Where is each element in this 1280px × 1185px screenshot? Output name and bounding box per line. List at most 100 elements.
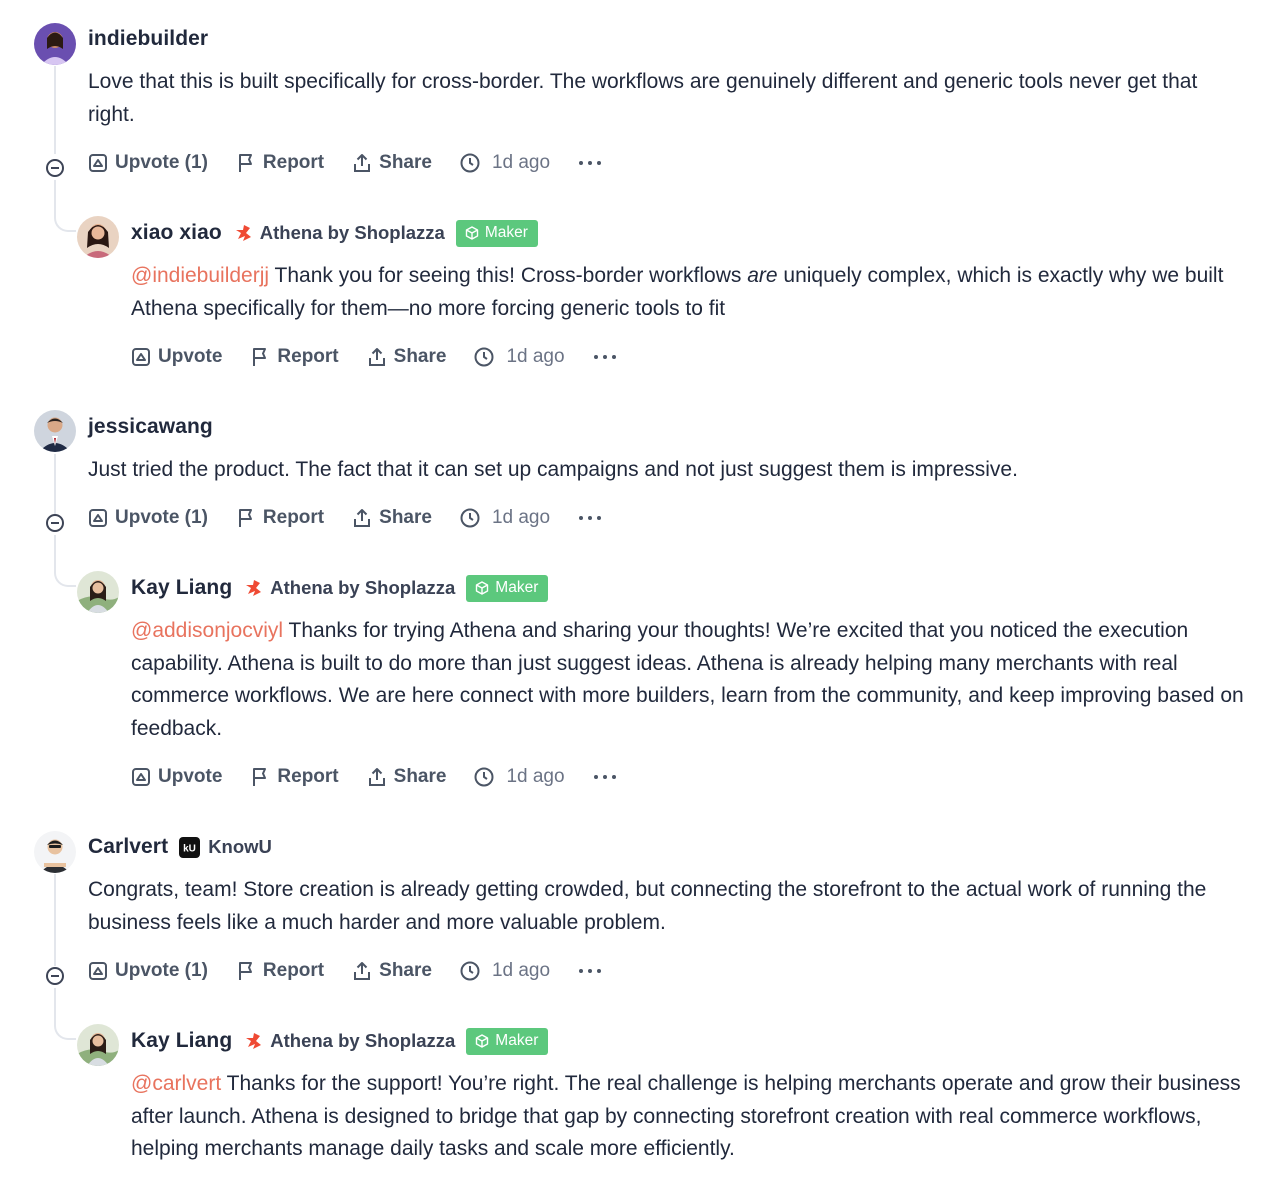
comment-body: Congrats, team! Store creation is alread… (88, 878, 1207, 934)
more-icon (578, 508, 602, 528)
product-link[interactable]: Athena by Shoplazza (244, 577, 455, 599)
username[interactable]: Kay Liang (131, 576, 232, 600)
maker-label: Maker (495, 1032, 539, 1049)
share-button[interactable]: Share (352, 507, 432, 529)
timestamp-link[interactable]: 1d ago (474, 346, 565, 368)
user-mention[interactable]: @indiebuilderjj (131, 264, 269, 287)
avatar[interactable] (34, 831, 76, 873)
comment-actions: Upvote Report Share 1d ago (131, 342, 624, 372)
body-text: Thanks for the support! You’re right. Th… (131, 1072, 1241, 1160)
product-link[interactable]: Athena by Shoplazza (244, 1030, 455, 1052)
timestamp: 1d ago (491, 507, 551, 528)
more-button[interactable] (578, 508, 609, 528)
username[interactable]: indiebuilder (88, 27, 208, 51)
product-name: KnowU (208, 836, 272, 857)
timestamp: 1d ago (506, 766, 565, 787)
avatar[interactable] (34, 23, 76, 65)
flag-icon (236, 153, 256, 173)
collapse-icon[interactable] (46, 967, 64, 985)
body-text: Thank you for seeing this! Cross-border … (269, 264, 748, 287)
upvote-label: Upvote (1) (115, 960, 208, 981)
share-button[interactable]: Share (352, 960, 432, 982)
report-label: Report (262, 960, 325, 981)
comment-header: indiebuilder (88, 24, 208, 54)
svg-text:kU: kU (183, 843, 196, 854)
username[interactable]: Carlvert (88, 835, 168, 859)
report-label: Report (262, 507, 325, 528)
upvote-label: Upvote (158, 346, 223, 367)
thread-connector (54, 988, 76, 1040)
comment-actions: Upvote (1) Report Share 1d ago (88, 503, 609, 533)
upvote-icon (131, 347, 151, 367)
share-icon (367, 347, 387, 367)
report-label: Report (277, 766, 339, 787)
timestamp-link[interactable]: 1d ago (460, 152, 550, 174)
upvote-icon (88, 508, 108, 528)
collapse-icon[interactable] (46, 159, 64, 177)
timestamp: 1d ago (491, 152, 551, 173)
clock-icon (474, 347, 494, 367)
comment-body: @indiebuilderjj Thank you for seeing thi… (131, 260, 1256, 325)
timestamp: 1d ago (491, 960, 551, 981)
share-button[interactable]: Share (367, 766, 446, 788)
clock-icon (460, 961, 480, 981)
upvote-label: Upvote (158, 766, 223, 787)
more-icon (578, 153, 602, 173)
report-button[interactable]: Report (236, 507, 324, 529)
avatar[interactable] (77, 1024, 119, 1066)
share-button[interactable]: Share (367, 346, 446, 368)
more-button[interactable] (578, 153, 609, 173)
avatar[interactable] (77, 216, 119, 258)
avatar[interactable] (34, 410, 76, 452)
timestamp-link[interactable]: 1d ago (474, 766, 565, 788)
maker-label: Maker (495, 579, 539, 596)
more-button[interactable] (593, 347, 624, 367)
body-text: Thanks for trying Athena and sharing you… (131, 619, 1244, 740)
upvote-button[interactable]: Upvote (1) (88, 507, 208, 529)
product-link[interactable]: kU KnowU (179, 836, 272, 858)
comment-header: Kay Liang Athena by Shoplazza Maker (131, 573, 549, 603)
share-icon (367, 767, 387, 787)
username[interactable]: Kay Liang (131, 1029, 232, 1053)
report-button[interactable]: Report (236, 960, 324, 982)
report-button[interactable]: Report (236, 152, 324, 174)
thread-connector (54, 180, 76, 232)
timestamp-link[interactable]: 1d ago (460, 960, 550, 982)
comment-header: Kay Liang Athena by Shoplazza Maker (131, 1026, 549, 1056)
thread-line (54, 874, 56, 966)
cube-icon (465, 226, 479, 240)
more-button[interactable] (578, 961, 609, 981)
timestamp: 1d ago (506, 346, 565, 367)
user-mention[interactable]: @addisonjocviyl (131, 619, 283, 642)
upvote-button[interactable]: Upvote (1) (88, 960, 208, 982)
upvote-button[interactable]: Upvote (131, 766, 222, 788)
product-link[interactable]: Athena by Shoplazza (234, 222, 445, 244)
comment-actions: Upvote (1) Report Share 1d ago (88, 148, 609, 178)
more-button[interactable] (593, 767, 624, 787)
timestamp-link[interactable]: 1d ago (460, 507, 550, 529)
report-button[interactable]: Report (250, 766, 339, 788)
comment-header: Carlvert kU KnowU (88, 832, 272, 862)
clock-icon (474, 767, 494, 787)
upvote-button[interactable]: Upvote (1) (88, 152, 208, 174)
share-label: Share (379, 152, 432, 173)
maker-badge: Maker (455, 219, 538, 247)
product-name: Athena by Shoplazza (270, 1030, 456, 1051)
product-name: Athena by Shoplazza (270, 577, 456, 598)
comment-header: xiao xiao Athena by Shoplazza Maker (131, 218, 538, 248)
flag-icon (250, 347, 270, 367)
comment-header: jessicawang (88, 412, 213, 442)
share-icon (352, 961, 372, 981)
report-button[interactable]: Report (250, 346, 339, 368)
upvote-button[interactable]: Upvote (131, 346, 222, 368)
collapse-icon[interactable] (46, 514, 64, 532)
username[interactable]: xiao xiao (131, 221, 222, 245)
avatar[interactable] (77, 571, 119, 613)
clock-icon (460, 153, 480, 173)
comment-body: @carlvert Thanks for the support! You’re… (131, 1068, 1261, 1166)
thread-line (54, 66, 56, 154)
share-button[interactable]: Share (352, 152, 432, 174)
user-mention[interactable]: @carlvert (131, 1072, 221, 1095)
username[interactable]: jessicawang (88, 415, 213, 439)
share-label: Share (379, 960, 432, 981)
